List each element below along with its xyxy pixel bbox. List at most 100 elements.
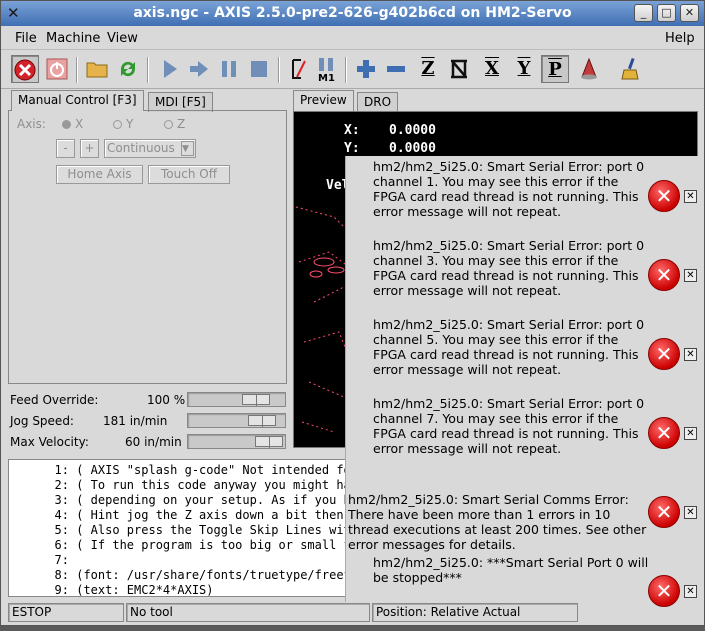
dro-x-value: 0.0000 bbox=[389, 123, 436, 138]
machine-power-button[interactable] bbox=[43, 55, 71, 83]
feed-override-slider-thumb[interactable] bbox=[242, 394, 270, 406]
jog-minus-button[interactable]: - bbox=[56, 139, 75, 158]
step-icon bbox=[190, 61, 208, 77]
view-z2-icon bbox=[451, 59, 467, 79]
axis-z-label: Z bbox=[177, 117, 186, 131]
close-notification-button[interactable]: ✕ bbox=[684, 269, 697, 282]
status-bar: ESTOP No tool Position: Relative Actual bbox=[1, 601, 704, 625]
stop-button[interactable] bbox=[245, 55, 273, 83]
gcode-line-text: ( If the program is too big or small for bbox=[76, 538, 353, 552]
menu-file[interactable]: File bbox=[15, 31, 37, 46]
error-notification-text: hm2/hm2_5i25.0: Smart Serial Error: port… bbox=[373, 317, 645, 377]
menu-machine[interactable]: Machine bbox=[46, 31, 100, 46]
view-y-button[interactable]: Y bbox=[510, 55, 538, 83]
rotate-view-button[interactable] bbox=[575, 55, 603, 83]
pause-button[interactable] bbox=[215, 55, 243, 83]
close-notification-button[interactable]: ✕ bbox=[684, 506, 697, 519]
close-notification-button[interactable]: ✕ bbox=[684, 348, 697, 361]
max-velocity-slider[interactable] bbox=[187, 434, 286, 449]
max-velocity-label: Max Velocity: bbox=[10, 435, 89, 449]
tab-preview[interactable]: Preview bbox=[293, 90, 354, 111]
jog-speed-value: 181 in/min bbox=[103, 414, 168, 428]
skip-lines-button[interactable] bbox=[285, 55, 313, 83]
optional-stop-button[interactable]: M1 bbox=[314, 55, 342, 84]
view-p-icon: P bbox=[548, 59, 562, 80]
estop-button[interactable] bbox=[11, 55, 39, 83]
menu-view[interactable]: View bbox=[107, 31, 138, 46]
jog-plus-button[interactable]: + bbox=[80, 139, 99, 158]
gcode-line-number: 6: bbox=[54, 538, 69, 552]
close-button[interactable]: ✕ bbox=[680, 4, 699, 22]
error-notification: hm2/hm2_5i25.0: Smart Serial Error: port… bbox=[346, 393, 701, 473]
radio-selected-icon bbox=[62, 120, 71, 129]
optional-stop-icon: M1 bbox=[318, 58, 335, 84]
jog-speed-slider-thumb[interactable] bbox=[248, 415, 276, 427]
error-notification-text: hm2/hm2_5i25.0: Smart Serial Error: port… bbox=[373, 238, 645, 298]
menu-help[interactable]: Help bbox=[665, 31, 695, 46]
axis-window: ✕ axis.ngc - AXIS 2.5.0-pre2-626-g402b6c… bbox=[0, 0, 705, 626]
tab-mdi[interactable]: MDI [F5] bbox=[148, 92, 213, 112]
maximize-button[interactable]: □ bbox=[657, 4, 676, 22]
chevron-down-icon: ▼ bbox=[181, 141, 194, 156]
jog-mode-select[interactable]: Continuous ▼ bbox=[104, 139, 196, 158]
max-velocity-value: 60 in/min bbox=[125, 435, 182, 449]
view-z2-button[interactable] bbox=[445, 55, 473, 83]
tab-dro[interactable]: DRO bbox=[357, 92, 399, 112]
error-notification-text: hm2/hm2_5i25.0: Smart Serial Error: port… bbox=[373, 159, 645, 219]
feed-override-value: 100 % bbox=[147, 393, 186, 407]
radio-icon bbox=[113, 120, 122, 129]
rotate-view-icon bbox=[581, 57, 597, 80]
open-file-button[interactable] bbox=[83, 55, 111, 83]
gcode-listing[interactable]: 1: ( AXIS "splash g-code" Not intended f… bbox=[8, 459, 353, 597]
feed-override-slider[interactable] bbox=[187, 392, 286, 407]
step-button[interactable] bbox=[185, 55, 213, 83]
close-notification-button[interactable]: ✕ bbox=[684, 190, 697, 203]
run-icon bbox=[164, 60, 177, 78]
view-y-icon: Y bbox=[517, 58, 531, 79]
gcode-line-number: 3: bbox=[54, 493, 69, 507]
status-position: Position: Relative Actual bbox=[372, 603, 578, 622]
zoom-out-button[interactable] bbox=[382, 55, 410, 83]
toolpath-plot bbox=[295, 206, 350, 433]
gcode-line-number: 8: bbox=[54, 568, 69, 582]
max-velocity-slider-thumb[interactable] bbox=[255, 436, 283, 448]
close-notification-button[interactable]: ✕ bbox=[684, 427, 697, 440]
touch-off-button[interactable]: Touch Off bbox=[148, 165, 230, 184]
gcode-line-number: 4: bbox=[54, 508, 69, 522]
home-axis-button[interactable]: Home Axis bbox=[56, 165, 143, 184]
error-notification: hm2/hm2_5i25.0: Smart Serial Error: port… bbox=[346, 156, 701, 236]
jog-speed-slider[interactable] bbox=[187, 413, 286, 428]
gcode-line-text: ( Hint jog the Z axis down a bit then to bbox=[76, 508, 353, 522]
gcode-line-text: ( Also press the Toggle Skip Lines with bbox=[76, 523, 353, 537]
view-z-icon: Z bbox=[421, 58, 435, 79]
zoom-in-button[interactable] bbox=[352, 55, 380, 83]
view-p-button[interactable]: P bbox=[541, 55, 569, 83]
clear-plot-button[interactable] bbox=[617, 55, 645, 83]
error-x-icon: ✕ bbox=[648, 417, 680, 449]
clear-plot-icon bbox=[621, 57, 639, 80]
title-bar[interactable]: ✕ axis.ngc - AXIS 2.5.0-pre2-626-g402b6c… bbox=[1, 1, 704, 26]
tab-manual-control[interactable]: Manual Control [F3] bbox=[11, 90, 144, 111]
axis-label: Axis: bbox=[17, 117, 46, 131]
gcode-line-text: (text: EMC2*4*AXIS) bbox=[76, 583, 214, 597]
gcode-line-text: ( To run this code anyway you might have bbox=[76, 478, 353, 492]
minimize-button[interactable]: _ bbox=[634, 4, 653, 22]
axis-radio-z[interactable]: Z bbox=[164, 117, 185, 131]
gcode-line-number: 7: bbox=[54, 553, 69, 567]
open-file-icon bbox=[86, 62, 108, 78]
status-estop: ESTOP bbox=[8, 603, 124, 622]
menu-bar: File Machine View Help bbox=[1, 26, 704, 50]
toolbar-separator bbox=[76, 57, 78, 83]
jog-speed-label: Jog Speed: bbox=[10, 414, 74, 428]
run-button[interactable] bbox=[156, 55, 184, 83]
axis-radio-y[interactable]: Y bbox=[113, 117, 133, 131]
reload-button[interactable] bbox=[114, 55, 142, 83]
axis-radio-x[interactable]: X bbox=[62, 117, 83, 131]
view-x-button[interactable]: X bbox=[478, 55, 506, 83]
axis-x-label: X bbox=[75, 117, 84, 131]
gcode-line[interactable]: 9: (text: EMC2*4*AXIS) bbox=[9, 583, 214, 597]
toolbar-separator bbox=[278, 57, 280, 83]
view-z-button[interactable]: Z bbox=[414, 55, 442, 83]
gcode-line-text: ( depending on your setup. As if you had bbox=[76, 493, 353, 507]
close-notification-button[interactable]: ✕ bbox=[684, 585, 697, 598]
